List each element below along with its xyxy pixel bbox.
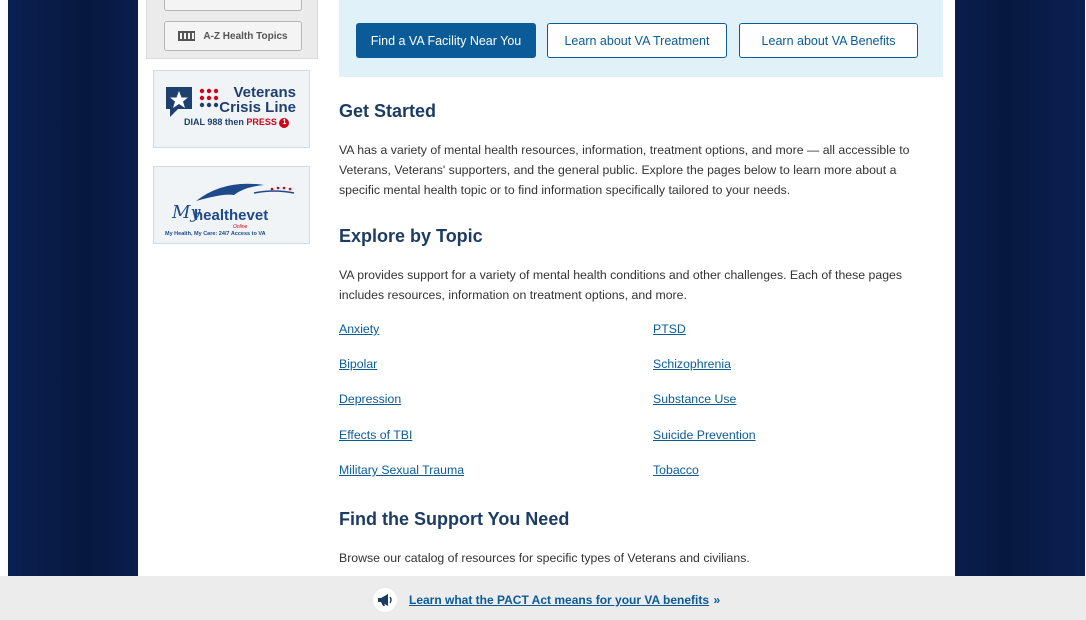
explore-text: VA provides support for a variety of men…	[339, 268, 903, 302]
support-heading: Find the Support You Need	[339, 509, 570, 529]
topic-link-depression[interactable]: Depression	[339, 392, 401, 406]
crisis-line-title-1: Veterans	[233, 84, 296, 101]
mhv-title: healthevet	[194, 207, 269, 224]
megaphone-icon	[373, 588, 397, 612]
double-chevron-icon: »	[713, 593, 721, 607]
mhv-tagline: My Health, My Care: 24/7 Access to VA	[165, 231, 266, 237]
topic-link-mst[interactable]: Military Sexual Trauma	[339, 463, 464, 477]
topic-link-bipolar[interactable]: Bipolar	[339, 357, 377, 371]
myhealthevet-banner[interactable]: My healthevet Online My Health, My Care:…	[153, 166, 310, 244]
star-shield-icon	[166, 87, 192, 117]
left-background-panel	[8, 0, 138, 576]
main-content: Find a VA Facility Near You Learn about …	[339, 0, 943, 576]
crisis-line-title-2: Crisis Line	[219, 99, 296, 116]
page-content: A-Z Health Topics Veterans Crisis Line D…	[138, 0, 955, 576]
mhv-online-label: Online	[233, 224, 248, 230]
topic-link-schizophrenia[interactable]: Schizophrenia	[653, 357, 731, 371]
crisis-line-dial-text: DIAL 988 then PRESS 1	[184, 117, 290, 128]
press-label: PRESS	[246, 117, 277, 127]
pact-act-promo: Learn what the PACT Act means for your V…	[373, 588, 720, 612]
topic-link-ptsd[interactable]: PTSD	[653, 322, 686, 336]
az-topics-box: A-Z Health Topics	[146, 0, 318, 59]
topic-link-tbi[interactable]: Effects of TBI	[339, 428, 412, 442]
right-background-panel	[955, 0, 1085, 576]
veterans-crisis-line-banner[interactable]: Veterans Crisis Line DIAL 988 then PRESS…	[153, 70, 310, 148]
learn-treatment-button[interactable]: Learn about VA Treatment	[547, 23, 727, 58]
left-edge	[0, 0, 8, 576]
books-icon	[178, 30, 196, 42]
az-health-topics-button[interactable]: A-Z Health Topics	[164, 21, 302, 51]
eagle-icon	[196, 183, 295, 201]
cta-bar: Find a VA Facility Near You Learn about …	[339, 0, 943, 77]
find-facility-button[interactable]: Find a VA Facility Near You	[356, 23, 536, 58]
get-started-heading: Get Started	[339, 101, 437, 121]
explore-heading: Explore by Topic	[339, 226, 483, 246]
az-health-topics-label: A-Z Health Topics	[203, 30, 288, 42]
previous-sidebar-button[interactable]	[164, 0, 302, 11]
topic-link-substance-use[interactable]: Substance Use	[653, 392, 736, 406]
topic-link-tobacco[interactable]: Tobacco	[653, 463, 699, 477]
support-text: Browse our catalog of resources for spec…	[339, 551, 750, 565]
dial-label: DIAL 988 then	[184, 117, 244, 127]
get-started-text: VA has a variety of mental health resour…	[339, 143, 910, 197]
crisis-line-title: Veterans Crisis Line	[198, 85, 296, 115]
pact-act-link[interactable]: Learn what the PACT Act means for your V…	[409, 593, 709, 607]
topic-link-suicide-prevention[interactable]: Suicide Prevention	[653, 428, 756, 442]
left-sidebar: A-Z Health Topics Veterans Crisis Line D…	[138, 0, 324, 576]
topic-link-anxiety[interactable]: Anxiety	[339, 322, 379, 336]
press-one-icon: 1	[279, 117, 290, 128]
learn-benefits-button[interactable]: Learn about VA Benefits	[739, 23, 918, 58]
